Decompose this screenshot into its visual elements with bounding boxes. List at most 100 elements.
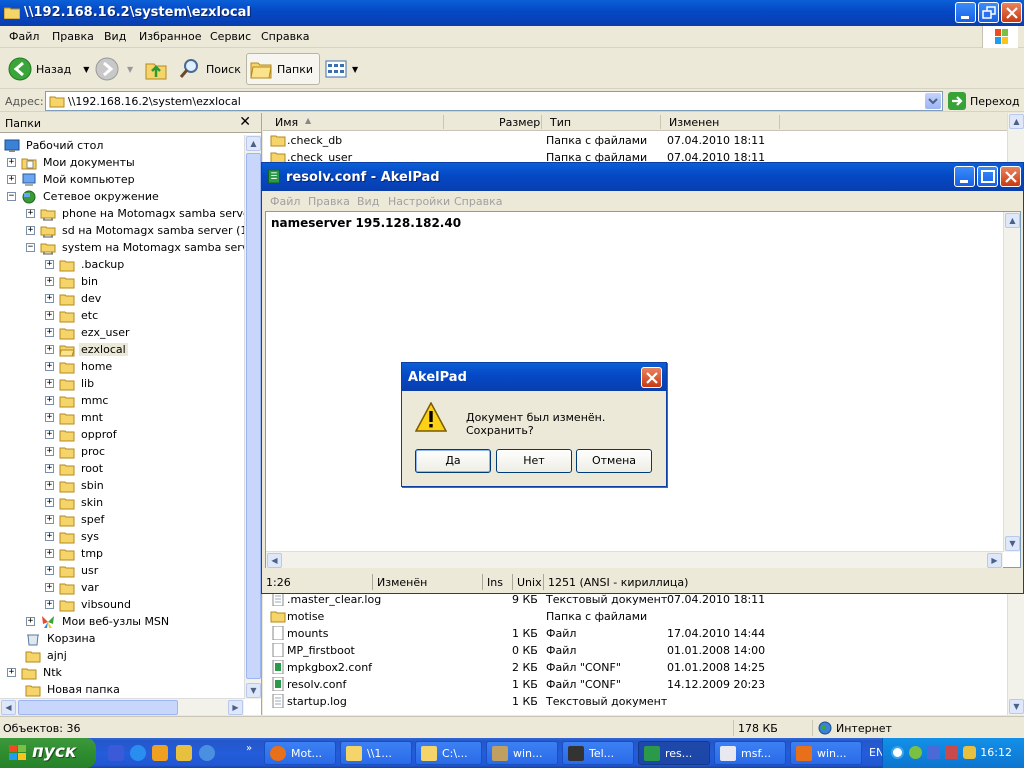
folders-button[interactable]: Папки (246, 53, 320, 85)
tray-volume-icon[interactable] (963, 746, 976, 759)
file-row[interactable]: startup.log 1 КБ Текстовый документ (263, 693, 1007, 710)
tray-network-icon[interactable] (927, 746, 940, 759)
close-button[interactable] (1001, 2, 1022, 23)
tree-item-usr[interactable]: + usr (45, 562, 100, 579)
forward-button[interactable]: ▼ (95, 53, 133, 85)
file-row[interactable]: motise Папка с файлами (263, 608, 1007, 625)
expand-icon[interactable]: + (45, 583, 54, 592)
scroll-left-icon[interactable]: ◀ (1, 700, 16, 715)
tree-item-tmp[interactable]: + tmp (45, 545, 105, 562)
akelpad-menu-view[interactable]: Вид (357, 195, 379, 208)
column-modified[interactable]: Изменен (669, 116, 719, 129)
task-firefox[interactable]: Mot... (264, 741, 336, 765)
tree-item-system-share[interactable]: − system на Motomagx samba server (1 (26, 239, 244, 256)
expand-icon[interactable]: + (7, 668, 16, 677)
expand-icon[interactable]: + (7, 158, 16, 167)
dialog-close-button[interactable] (641, 367, 662, 388)
quicklaunch-folder-icon[interactable] (176, 745, 192, 761)
scroll-thumb[interactable] (18, 700, 178, 715)
search-button[interactable]: Поиск (178, 53, 241, 85)
maximize-button[interactable] (977, 166, 998, 187)
tray-back-icon[interactable] (891, 746, 904, 759)
expand-icon[interactable]: + (45, 379, 54, 388)
file-row[interactable]: .check_db Папка с файлами 07.04.2010 18:… (263, 132, 1007, 149)
tree-item-proc[interactable]: + proc (45, 443, 107, 460)
tray-app-icon[interactable] (909, 746, 922, 759)
akelpad-menu-settings[interactable]: Настройки (388, 195, 450, 208)
tree-item-lib[interactable]: + lib (45, 375, 96, 392)
task-explorer-c[interactable]: C:\... (415, 741, 482, 765)
expand-icon[interactable]: + (45, 362, 54, 371)
tray-security-icon[interactable] (945, 746, 958, 759)
file-row[interactable]: MP_firstboot 0 КБ Файл 01.01.2008 14:00 (263, 642, 1007, 659)
collapse-icon[interactable]: − (26, 243, 35, 252)
tree-item-desktop[interactable]: Рабочий стол (4, 137, 105, 154)
tree-item-home[interactable]: + home (45, 358, 114, 375)
tree-item-ajnj[interactable]: ajnj (20, 647, 69, 664)
restore-button[interactable] (978, 2, 999, 23)
tree-item-vibsound[interactable]: + vibsound (45, 596, 133, 613)
expand-icon[interactable]: + (45, 328, 54, 337)
expand-icon[interactable]: + (45, 260, 54, 269)
back-dropdown-icon[interactable]: ▼ (83, 65, 89, 74)
tree-item-bin[interactable]: + bin (45, 273, 100, 290)
akelpad-title-bar[interactable]: resolv.conf - AkelPad (262, 163, 1023, 191)
scroll-down-icon[interactable]: ▼ (246, 683, 261, 698)
tree-item-recycle-bin[interactable]: Корзина (20, 630, 97, 647)
expand-icon[interactable]: + (45, 396, 54, 405)
scroll-left-icon[interactable]: ◀ (267, 553, 282, 568)
expand-icon[interactable]: + (45, 294, 54, 303)
expand-icon[interactable]: + (26, 617, 35, 626)
tree-item-sd-share[interactable]: + sd на Motomagx samba server (192.1 (26, 222, 244, 239)
dialog-title-bar[interactable]: AkelPad (402, 363, 666, 391)
up-button[interactable] (144, 53, 168, 85)
expand-icon[interactable]: + (45, 277, 54, 286)
menu-favorites[interactable]: Избранное (139, 30, 201, 43)
expand-icon[interactable]: + (26, 226, 35, 235)
expand-icon[interactable]: + (45, 600, 54, 609)
tree-item-sbin[interactable]: + sbin (45, 477, 106, 494)
akelpad-menu-edit[interactable]: Правка (308, 195, 350, 208)
minimize-button[interactable] (954, 166, 975, 187)
address-dropdown-button[interactable] (925, 93, 941, 109)
expand-icon[interactable]: + (7, 175, 16, 184)
akelpad-menu-help[interactable]: Справка (454, 195, 502, 208)
column-size[interactable]: Размер (499, 116, 540, 129)
tree-item-var[interactable]: + var (45, 579, 101, 596)
expand-icon[interactable]: + (45, 464, 54, 473)
tree-item-msn-sites[interactable]: + Мои веб-узлы MSN (26, 613, 171, 630)
menu-view[interactable]: Вид (104, 30, 126, 43)
tree-item-backup[interactable]: + .backup (45, 256, 126, 273)
tree-item-network[interactable]: − Сетевое окружение (7, 188, 161, 205)
start-button[interactable]: пуск (0, 738, 96, 768)
quicklaunch-ie-icon[interactable] (130, 745, 146, 761)
scroll-up-icon[interactable]: ▲ (246, 136, 261, 151)
go-button[interactable]: Переход (948, 92, 1020, 110)
expand-icon[interactable]: + (45, 447, 54, 456)
tree-item-etc[interactable]: + etc (45, 307, 100, 324)
tree-item-mnt[interactable]: + mnt (45, 409, 105, 426)
views-dropdown-icon[interactable]: ▼ (352, 65, 358, 74)
expand-icon[interactable]: + (45, 481, 54, 490)
scroll-down-icon[interactable]: ▼ (1005, 536, 1020, 551)
quicklaunch-more-icon[interactable]: » (246, 743, 252, 754)
task-akelpad[interactable]: res... (638, 741, 710, 765)
minimize-button[interactable] (955, 2, 976, 23)
task-explorer-network[interactable]: \\1... (340, 741, 412, 765)
tree-item-root[interactable]: + root (45, 460, 105, 477)
address-input[interactable]: \\192.168.16.2\system\ezxlocal (45, 91, 943, 111)
yes-button[interactable]: Да (415, 449, 491, 473)
tree-item-spef[interactable]: + spef (45, 511, 106, 528)
collapse-icon[interactable]: − (7, 192, 16, 201)
back-button[interactable]: Назад ▼ (8, 53, 89, 85)
tree-vertical-scrollbar[interactable]: ▲ ▼ (244, 135, 261, 699)
menu-edit[interactable]: Правка (52, 30, 94, 43)
akelpad-menu-file[interactable]: Файл (270, 195, 300, 208)
scroll-right-icon[interactable]: ▶ (228, 700, 243, 715)
expand-icon[interactable]: + (45, 532, 54, 541)
tree-item-new-folder[interactable]: Новая папка (20, 681, 122, 698)
tree-item-dev[interactable]: + dev (45, 290, 103, 307)
no-button[interactable]: Нет (496, 449, 572, 473)
task-telnet[interactable]: Tel... (562, 741, 634, 765)
tree-item-phone-share[interactable]: + phone на Motomagx samba server (19 (26, 205, 244, 222)
